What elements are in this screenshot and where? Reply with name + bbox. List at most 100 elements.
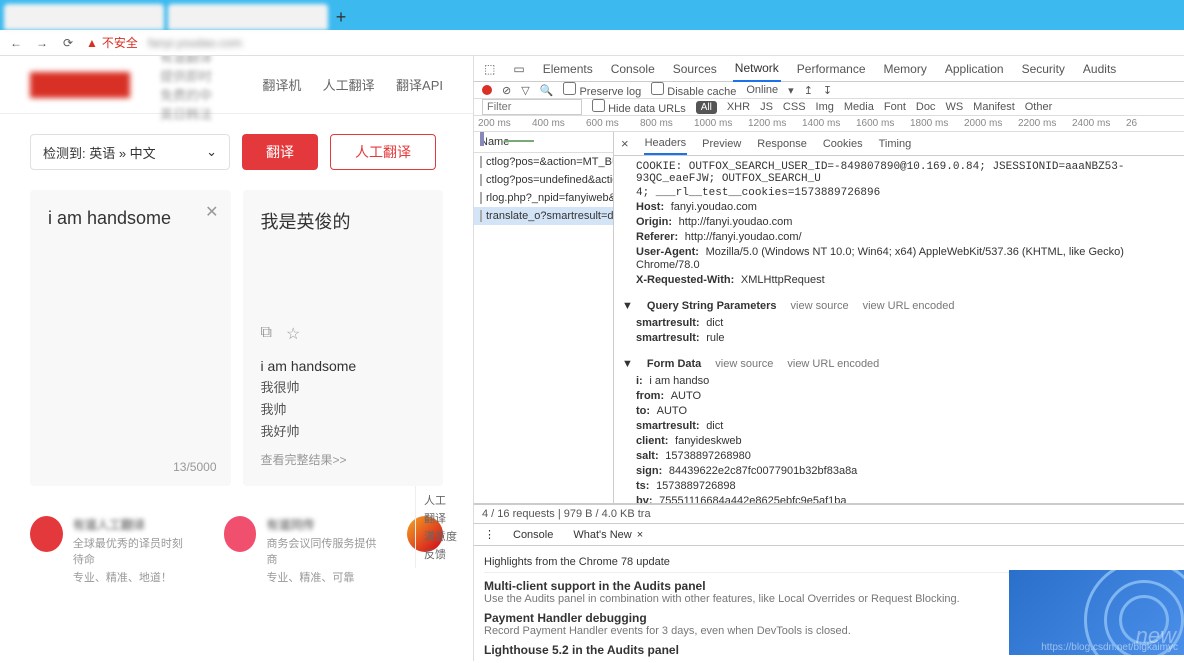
record-icon[interactable] bbox=[482, 85, 492, 95]
reload-icon[interactable]: ⟳ bbox=[60, 35, 76, 51]
filter-input[interactable] bbox=[482, 99, 582, 115]
url-text[interactable]: fanyi.youdao.com bbox=[148, 36, 242, 50]
copy-icon[interactable]: ⧉ bbox=[261, 324, 272, 344]
fd-item: salt: 15738897268980 bbox=[622, 449, 1176, 464]
back-icon[interactable]: ← bbox=[8, 35, 24, 51]
source-text[interactable]: i am handsome bbox=[48, 208, 213, 229]
filter-other[interactable]: Other bbox=[1025, 101, 1053, 113]
filter-css[interactable]: CSS bbox=[783, 101, 806, 113]
translate-button[interactable]: 翻译 bbox=[242, 134, 318, 170]
upload-icon[interactable]: ↥ bbox=[804, 84, 813, 97]
hide-data-urls-checkbox[interactable]: Hide data URLs bbox=[592, 99, 686, 115]
tab-security[interactable]: Security bbox=[1020, 57, 1067, 81]
inspect-icon[interactable]: ⬚ bbox=[482, 57, 497, 81]
download-icon[interactable]: ↧ bbox=[823, 84, 832, 97]
request-row[interactable]: ctlog?pos=undefined&action... bbox=[474, 171, 613, 189]
network-timeline[interactable]: 200 ms400 ms600 ms800 ms1000 ms1200 ms14… bbox=[474, 116, 1184, 132]
tab-headers[interactable]: Headers bbox=[644, 133, 688, 155]
result-text: 我是英俊的 bbox=[261, 208, 426, 234]
tab-elements[interactable]: Elements bbox=[541, 57, 595, 81]
forward-icon[interactable]: → bbox=[34, 35, 50, 51]
filter-manifest[interactable]: Manifest bbox=[973, 101, 1015, 113]
nav-human[interactable]: 人工翻译 bbox=[323, 78, 375, 93]
chevron-down-icon: ▾ bbox=[788, 84, 794, 97]
close-icon[interactable]: × bbox=[620, 132, 630, 155]
network-filter-bar: Hide data URLs All XHR JS CSS Img Media … bbox=[474, 99, 1184, 116]
tab-console[interactable]: Console bbox=[609, 57, 657, 81]
filter-img[interactable]: Img bbox=[816, 101, 834, 113]
chevron-down-icon: ⌄ bbox=[206, 144, 217, 160]
browser-tab[interactable] bbox=[4, 4, 164, 30]
tab-preview[interactable]: Preview bbox=[701, 134, 742, 154]
request-row[interactable]: translate_o?smartresult=dict&... bbox=[474, 207, 613, 225]
site-logo[interactable] bbox=[30, 72, 130, 98]
tab-sources[interactable]: Sources bbox=[671, 57, 719, 81]
clear-icon[interactable]: ✕ bbox=[205, 202, 218, 222]
language-selector[interactable]: 检测到: 英语 » 中文 ⌄ bbox=[30, 134, 230, 170]
disable-cache-checkbox[interactable]: Disable cache bbox=[651, 82, 736, 98]
filter-all[interactable]: All bbox=[696, 101, 717, 114]
filter-font[interactable]: Font bbox=[884, 101, 906, 113]
star-icon[interactable]: ☆ bbox=[286, 324, 300, 344]
tab-response[interactable]: Response bbox=[756, 134, 808, 154]
new-tab-button[interactable]: + bbox=[328, 4, 354, 30]
view-urlencoded-link[interactable]: view URL encoded bbox=[787, 358, 879, 370]
tab-timing[interactable]: Timing bbox=[878, 134, 913, 154]
throttle-select[interactable]: Online bbox=[746, 84, 778, 96]
filter-media[interactable]: Media bbox=[844, 101, 874, 113]
header-host: Host: fanyi.youdao.com bbox=[622, 200, 1176, 215]
drawer-tabs: ⋮ Console What's New × bbox=[474, 524, 1184, 546]
browser-tab-active[interactable] bbox=[168, 4, 328, 30]
more-link[interactable]: 查看完整结果>> bbox=[261, 451, 347, 468]
timeline-tick: 1600 ms bbox=[856, 118, 910, 129]
more-icon[interactable]: ⋮ bbox=[482, 524, 497, 545]
preserve-log-checkbox[interactable]: Preserve log bbox=[563, 82, 641, 98]
filter-icon[interactable]: ▽ bbox=[521, 84, 529, 97]
dict-result: i am handsome 我很帅 我帅 我好帅 查看完整结果>> bbox=[261, 358, 426, 468]
dict-title: i am handsome bbox=[261, 358, 426, 374]
view-source-link[interactable]: view source bbox=[791, 300, 849, 312]
name-header: Name bbox=[474, 132, 613, 153]
feedback-sidebar[interactable]: 人工 翻译 满意度 反馈 bbox=[415, 486, 465, 568]
nav-api[interactable]: 翻译API bbox=[396, 78, 443, 93]
view-urlencoded-link[interactable]: view URL encoded bbox=[863, 300, 955, 312]
timeline-tick: 2400 ms bbox=[1072, 118, 1126, 129]
promo-line: 专业、精准、地道！ bbox=[73, 569, 194, 585]
tab-application[interactable]: Application bbox=[943, 57, 1006, 81]
url-bar: ← → ⟳ ▲ 不安全 fanyi.youdao.com bbox=[0, 30, 1184, 56]
header-ua: User-Agent: Mozilla/5.0 (Windows NT 10.0… bbox=[622, 245, 1176, 273]
timeline-tick: 1400 ms bbox=[802, 118, 856, 129]
request-row[interactable]: ctlog?pos=&action=MT_BUTT... bbox=[474, 153, 613, 171]
timeline-tick: 400 ms bbox=[532, 118, 586, 129]
tab-whatsnew[interactable]: What's New × bbox=[569, 525, 645, 545]
file-icon bbox=[480, 210, 482, 222]
filter-ws[interactable]: WS bbox=[945, 101, 963, 113]
tab-cookies[interactable]: Cookies bbox=[822, 134, 864, 154]
header-tagline: 有道翻译提供即时免费的中英日韩法 bbox=[160, 56, 214, 123]
insecure-badge: ▲ 不安全 bbox=[86, 34, 138, 51]
search-icon[interactable]: 🔍 bbox=[540, 84, 554, 97]
timeline-tick: 26 bbox=[1126, 118, 1180, 129]
filter-xhr[interactable]: XHR bbox=[727, 101, 750, 113]
side-text: 人工 bbox=[424, 492, 457, 508]
clear-icon[interactable]: ⊘ bbox=[502, 84, 511, 97]
device-icon[interactable]: ▭ bbox=[511, 57, 526, 81]
tab-network[interactable]: Network bbox=[733, 56, 781, 82]
filter-js[interactable]: JS bbox=[760, 101, 773, 113]
tab-performance[interactable]: Performance bbox=[795, 57, 868, 81]
promo-line: 商务会议同传服务提供商 bbox=[266, 535, 377, 567]
human-translate-button[interactable]: 人工翻译 bbox=[330, 134, 436, 170]
tab-memory[interactable]: Memory bbox=[882, 57, 929, 81]
filter-doc[interactable]: Doc bbox=[916, 101, 936, 113]
qsp-header[interactable]: ▼ Query String Parameters view source vi… bbox=[622, 296, 1176, 316]
tab-console[interactable]: Console bbox=[511, 525, 555, 545]
formdata-header[interactable]: ▼ Form Data view source view URL encoded bbox=[622, 354, 1176, 374]
network-status: 4 / 16 requests | 979 B / 4.0 KB tra bbox=[474, 504, 1184, 524]
nav-translator[interactable]: 翻译机 bbox=[262, 78, 301, 93]
request-row[interactable]: rlog.php?_npid=fanyiweb&_nc... bbox=[474, 189, 613, 207]
tab-audits[interactable]: Audits bbox=[1081, 57, 1118, 81]
request-details: × Headers Preview Response Cookies Timin… bbox=[614, 132, 1184, 503]
view-source-link[interactable]: view source bbox=[715, 358, 773, 370]
network-toolbar: ⊘ ▽ 🔍 Preserve log Disable cache Online ▾… bbox=[474, 82, 1184, 99]
source-panel[interactable]: i am handsome ✕ 13/5000 bbox=[30, 190, 231, 486]
